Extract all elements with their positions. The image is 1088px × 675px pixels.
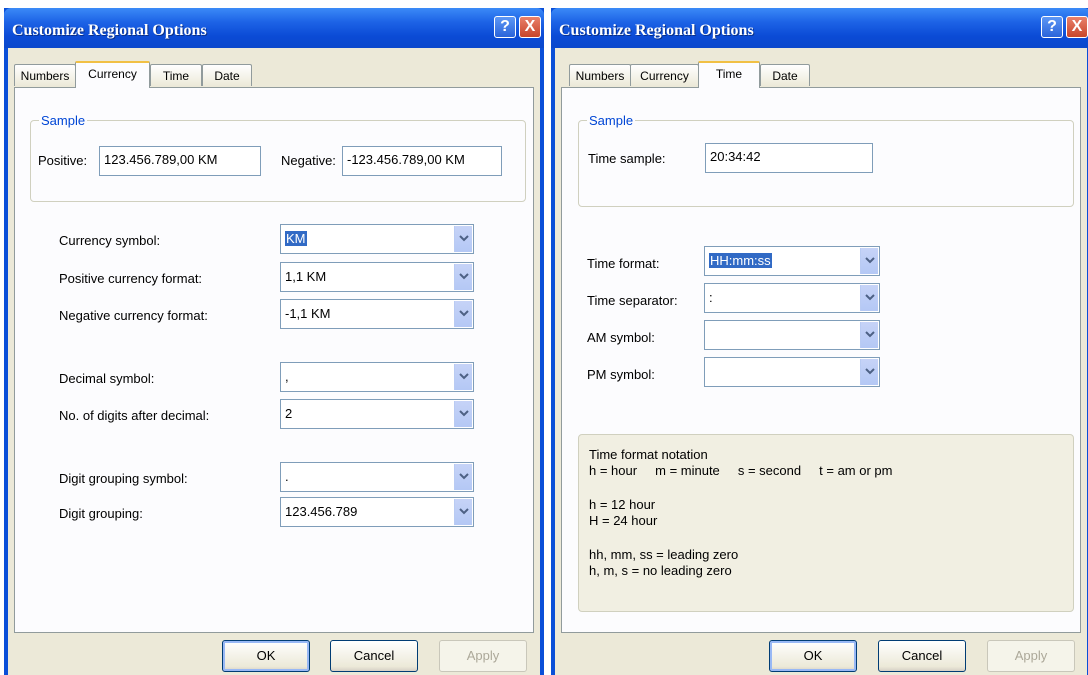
window-title: Customize Regional Options <box>12 22 207 39</box>
tab-date[interactable]: Date <box>760 64 810 86</box>
time-format-notation-box: Time format notation h = hour m = minute… <box>578 434 1074 612</box>
time-format-select[interactable]: HH:mm:ss <box>704 246 880 276</box>
dialog-client-area: Numbers Currency Time Date Sample Time s… <box>555 48 1087 675</box>
digits-after-decimal-select[interactable]: 2 <box>280 399 474 429</box>
digit-grouping-symbol-value: . <box>285 469 289 484</box>
currency-symbol-value: KM <box>285 231 307 246</box>
currency-symbol-label: Currency symbol: <box>59 233 161 248</box>
time-separator-value: : <box>709 290 713 305</box>
time-sample-field: 20:34:42 <box>705 143 873 173</box>
help-button[interactable]: ? <box>1041 16 1063 38</box>
notation-title: Time format notation <box>589 447 708 462</box>
cancel-button[interactable]: Cancel <box>330 640 418 672</box>
negative-format-label: Negative currency format: <box>59 308 208 323</box>
dialog-client-area: Numbers Currency Time Date Sample Positi… <box>8 48 540 675</box>
title-bar[interactable]: Customize Regional Options ? X <box>551 8 1088 48</box>
chevron-down-icon[interactable] <box>454 499 472 525</box>
positive-sample-field: 123.456.789,00 KM <box>99 146 261 176</box>
negative-format-value: -1,1 KM <box>285 306 331 321</box>
digit-grouping-select[interactable]: 123.456.789 <box>280 497 474 527</box>
digit-grouping-symbol-label: Digit grouping symbol: <box>59 471 188 486</box>
chevron-down-icon[interactable] <box>860 359 878 385</box>
ok-button[interactable]: OK <box>222 640 310 672</box>
positive-format-value: 1,1 KM <box>285 269 327 284</box>
decimal-symbol-label: Decimal symbol: <box>59 371 155 386</box>
negative-sample-field: -123.456.789,00 KM <box>342 146 502 176</box>
time-format-value: HH:mm:ss <box>709 253 772 268</box>
positive-label: Positive: <box>38 153 88 168</box>
currency-tab-panel: Sample Positive: 123.456.789,00 KM Negat… <box>14 87 534 633</box>
digit-grouping-value: 123.456.789 <box>285 504 358 519</box>
chevron-down-icon[interactable] <box>454 264 472 290</box>
sample-legend: Sample <box>587 113 636 128</box>
cancel-button[interactable]: Cancel <box>878 640 966 672</box>
tab-currency[interactable]: Currency <box>75 61 150 88</box>
notation-line-no-leading-zero: h, m, s = no leading zero <box>589 563 732 578</box>
apply-button[interactable]: Apply <box>987 640 1075 672</box>
window-title: Customize Regional Options <box>559 22 754 39</box>
chevron-down-icon[interactable] <box>454 464 472 490</box>
notation-line-leading-zero: hh, mm, ss = leading zero <box>589 547 739 562</box>
time-dialog-window: Customize Regional Options ? X Numbers C… <box>551 8 1088 675</box>
pm-symbol-select[interactable] <box>704 357 880 387</box>
positive-format-select[interactable]: 1,1 KM <box>280 262 474 292</box>
time-tab-panel: Sample Time sample: 20:34:42 Time format… <box>561 87 1081 633</box>
digits-after-decimal-label: No. of digits after decimal: <box>59 408 210 423</box>
currency-symbol-select[interactable]: KM <box>280 224 474 254</box>
negative-label: Negative: <box>281 153 336 168</box>
time-separator-select[interactable]: : <box>704 283 880 313</box>
am-symbol-select[interactable] <box>704 320 880 350</box>
title-bar[interactable]: Customize Regional Options ? X <box>4 8 544 48</box>
time-sample-label: Time sample: <box>588 151 666 166</box>
negative-format-select[interactable]: -1,1 KM <box>280 299 474 329</box>
close-button[interactable]: X <box>1066 16 1088 38</box>
digit-grouping-symbol-select[interactable]: . <box>280 462 474 492</box>
digits-after-decimal-value: 2 <box>285 406 293 421</box>
positive-format-label: Positive currency format: <box>59 271 203 286</box>
apply-button[interactable]: Apply <box>439 640 527 672</box>
sample-legend: Sample <box>39 113 88 128</box>
tab-date[interactable]: Date <box>202 64 252 86</box>
notation-line-12-hour: h = 12 hour <box>589 497 656 512</box>
digit-grouping-label: Digit grouping: <box>59 506 143 521</box>
help-button[interactable]: ? <box>494 16 516 38</box>
close-button[interactable]: X <box>519 16 541 38</box>
chevron-down-icon[interactable] <box>860 322 878 348</box>
chevron-down-icon[interactable] <box>454 364 472 390</box>
chevron-down-icon[interactable] <box>860 248 878 274</box>
tab-time[interactable]: Time <box>698 61 760 88</box>
ok-button[interactable]: OK <box>769 640 857 672</box>
tab-currency[interactable]: Currency <box>630 64 699 86</box>
tab-numbers[interactable]: Numbers <box>569 64 631 86</box>
time-format-label: Time format: <box>587 256 660 271</box>
chevron-down-icon[interactable] <box>454 301 472 327</box>
sample-group: Sample Positive: 123.456.789,00 KM Negat… <box>30 113 526 202</box>
decimal-symbol-select[interactable]: , <box>280 362 474 392</box>
decimal-symbol-value: , <box>285 369 289 384</box>
notation-line-units: h = hour m = minute s = second t = am or… <box>589 463 893 478</box>
sample-group: Sample Time sample: 20:34:42 <box>578 113 1074 207</box>
notation-line-24-hour: H = 24 hour <box>589 513 658 528</box>
pm-symbol-label: PM symbol: <box>587 367 655 382</box>
tab-numbers[interactable]: Numbers <box>14 64 76 86</box>
am-symbol-label: AM symbol: <box>587 330 655 345</box>
chevron-down-icon[interactable] <box>860 285 878 311</box>
currency-dialog-window: Customize Regional Options ? X Numbers C… <box>4 8 544 675</box>
tab-time[interactable]: Time <box>150 64 202 86</box>
chevron-down-icon[interactable] <box>454 401 472 427</box>
time-separator-label: Time separator: <box>587 293 678 308</box>
chevron-down-icon[interactable] <box>454 226 472 252</box>
